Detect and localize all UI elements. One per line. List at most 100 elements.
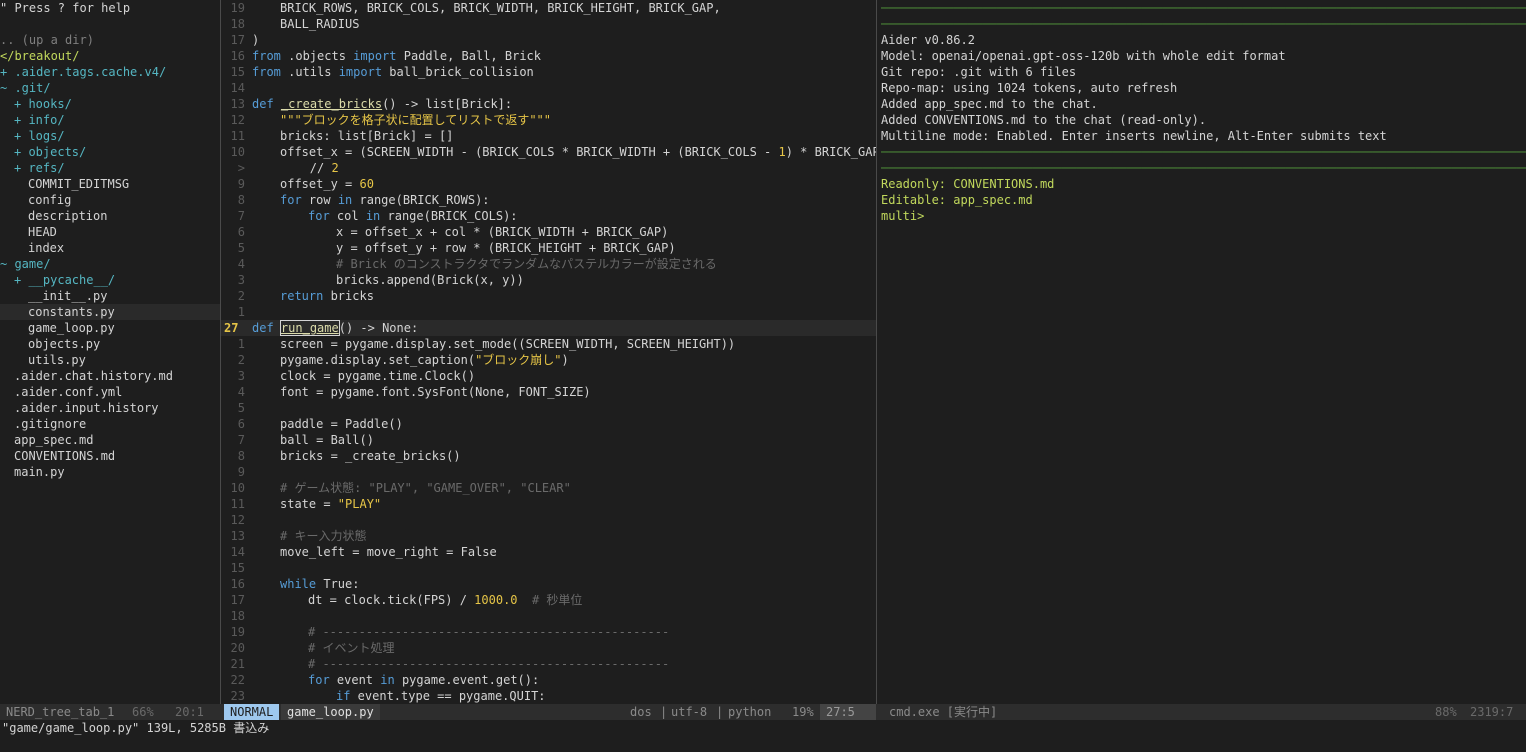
code-line[interactable]: 12 (221, 512, 876, 528)
status-bar: NERD_tree_tab_1 66% 20:1 NORMAL game_loo… (0, 704, 1526, 720)
tree-file-item[interactable]: constants.py (0, 304, 220, 320)
tree-file-item[interactable]: objects.py (0, 336, 220, 352)
code-line[interactable]: 9 offset_y = 60 (221, 176, 876, 192)
code-line[interactable]: 15 (221, 560, 876, 576)
tree-dir-item[interactable]: + logs/ (0, 128, 220, 144)
code-line[interactable]: 6 x = offset_x + col * (BRICK_WIDTH + BRI… (221, 224, 876, 240)
terminal-prompt-line[interactable]: Readonly: CONVENTIONS.md (881, 176, 1526, 192)
tree-item-label: info/ (28, 113, 65, 127)
code-line[interactable]: 21 # ------------------------------------… (221, 656, 876, 672)
code-line[interactable]: 15 from .utils import ball_brick_collisio… (221, 64, 876, 80)
code-line[interactable]: 4 font = pygame.font.SysFont(None, FONT_S… (221, 384, 876, 400)
tree-file-item[interactable]: config (0, 192, 220, 208)
tree-dir-item[interactable]: ~ .git/ (0, 80, 220, 96)
code-line[interactable]: 12 """ブロックを格子状に配置してリストで返す""" (221, 112, 876, 128)
terminal-prompt-line[interactable]: Editable: app_spec.md (881, 192, 1526, 208)
code-line[interactable]: 10 # ゲーム状態: "PLAY", "GAME_OVER", "CLEAR" (221, 480, 876, 496)
expanded-dir-marker[interactable]: ~ (0, 257, 14, 271)
tree-file-item[interactable]: HEAD (0, 224, 220, 240)
code-line[interactable]: 18 (221, 608, 876, 624)
terminal-pane[interactable]: ────────────────────────────────────────… (881, 0, 1526, 704)
code-line[interactable]: 7 ball = Ball() (221, 432, 876, 448)
line-number: 5 (237, 401, 245, 415)
nerdtree-panel[interactable]: " Press ? for help .. (up a dir) </break… (0, 0, 220, 704)
code-line[interactable]: 6 paddle = Paddle() (221, 416, 876, 432)
tree-file-item[interactable]: index (0, 240, 220, 256)
code-line[interactable]: 5 (221, 400, 876, 416)
tree-file-item[interactable]: .aider.conf.yml (0, 384, 220, 400)
line-number: 15 (230, 65, 245, 79)
code-line[interactable]: 1 (221, 304, 876, 320)
code-line[interactable]: 13 # キー入力状態 (221, 528, 876, 544)
code-line[interactable]: 2 return bricks (221, 288, 876, 304)
code-line[interactable]: 5 y = offset_y + row * (BRICK_HEIGHT + BR… (221, 240, 876, 256)
code-line[interactable]: 19 BRICK_ROWS, BRICK_COLS, BRICK_WIDTH, B… (221, 0, 876, 16)
code-token: ball_brick_collision (382, 65, 534, 79)
nerdtree-up-dir[interactable]: .. (up a dir) (0, 32, 220, 48)
tree-dir-item[interactable]: + info/ (0, 112, 220, 128)
code-line[interactable]: 1 screen = pygame.display.set_mode((SCREE… (221, 336, 876, 352)
tree-file-item[interactable]: .aider.chat.history.md (0, 368, 220, 384)
tree-file-item[interactable]: .aider.input.history (0, 400, 220, 416)
code-line[interactable]: 8 for row in range(BRICK_ROWS): (221, 192, 876, 208)
terminal-prompt-line[interactable]: multi> (881, 208, 1526, 224)
tree-file-item[interactable]: CONVENTIONS.md (0, 448, 220, 464)
tree-file-item[interactable]: __init__.py (0, 288, 220, 304)
tree-dir-item[interactable]: + objects/ (0, 144, 220, 160)
editor-pane[interactable]: 19 BRICK_ROWS, BRICK_COLS, BRICK_WIDTH, B… (221, 0, 876, 704)
tree-dir-item[interactable]: ~ game/ (0, 256, 220, 272)
code-line[interactable]: 17) (221, 32, 876, 48)
current-code-line[interactable]: 27 def run_game() -> None: (221, 320, 876, 336)
code-line[interactable]: 10 offset_x = (SCREEN_WIDTH - (BRICK_COLS… (221, 144, 876, 160)
tree-file-item[interactable]: COMMIT_EDITMSG (0, 176, 220, 192)
code-line[interactable]: 17 dt = clock.tick(FPS) / 1000.0 # 秒単位 (221, 592, 876, 608)
command-line[interactable]: "game/game_loop.py" 139L, 5285B 書込み (0, 720, 1526, 752)
tree-dir-item[interactable]: + hooks/ (0, 96, 220, 112)
code-line[interactable]: 4 # Brick のコンストラクタでランダムなパステルカラーが設定される (221, 256, 876, 272)
code-line[interactable]: 13 def _create_bricks() -> list[Brick]: (221, 96, 876, 112)
tree-file-item[interactable]: .gitignore (0, 416, 220, 432)
tree-file-item[interactable]: game_loop.py (0, 320, 220, 336)
tree-dir-item[interactable]: + __pycache__/ (0, 272, 220, 288)
code-line[interactable]: 7 for col in range(BRICK_COLS): (221, 208, 876, 224)
code-line[interactable]: 23 if event.type == pygame.QUIT: (221, 688, 876, 704)
tree-file-item[interactable]: app_spec.md (0, 432, 220, 448)
number-token: 60 (359, 177, 374, 191)
nerdtree-current-dir[interactable]: </breakout/ (0, 48, 220, 64)
expanded-dir-marker[interactable]: ~ (0, 81, 14, 95)
code-line[interactable]: 11 bricks: list[Brick] = [] (221, 128, 876, 144)
code-line[interactable]: 14 move_left = move_right = False (221, 544, 876, 560)
code-line[interactable]: 22 for event in pygame.event.get(): (221, 672, 876, 688)
code-line[interactable]: 2 pygame.display.set_caption("ブロック崩し") (221, 352, 876, 368)
collapsed-dir-marker[interactable]: + (14, 113, 28, 127)
code-line[interactable]: 3 clock = pygame.time.Clock() (221, 368, 876, 384)
keyword-token: if (336, 689, 351, 703)
tree-file-item[interactable]: description (0, 208, 220, 224)
code-line[interactable]: 20 # イベント処理 (221, 640, 876, 656)
code-line[interactable]: 14 (221, 80, 876, 96)
code-line[interactable]: > // 2 (221, 160, 876, 176)
tree-file-item[interactable]: utils.py (0, 352, 220, 368)
tree-file-item[interactable]: main.py (0, 464, 220, 480)
collapsed-dir-marker[interactable]: + (14, 145, 28, 159)
file-format: dos (630, 705, 652, 719)
tree-dir-item[interactable]: + .aider.tags.cache.v4/ (0, 64, 220, 80)
code-line[interactable]: 19 # ------------------------------------… (221, 624, 876, 640)
terminal-cursor-position: 2319:7 (1470, 705, 1514, 719)
collapsed-dir-marker[interactable]: + (14, 97, 28, 111)
code-line[interactable]: 16 while True: (221, 576, 876, 592)
code-line[interactable]: 11 state = "PLAY" (221, 496, 876, 512)
code-line[interactable]: 18 BALL_RADIUS (221, 16, 876, 32)
collapsed-dir-marker[interactable]: + (0, 65, 14, 79)
code-line[interactable]: 8 bricks = _create_bricks() (221, 448, 876, 464)
collapsed-dir-marker[interactable]: + (14, 273, 28, 287)
collapsed-dir-marker[interactable]: + (14, 129, 28, 143)
collapsed-dir-marker[interactable]: + (14, 161, 28, 175)
tree-dir-item[interactable]: + refs/ (0, 160, 220, 176)
code-line[interactable]: 9 (221, 464, 876, 480)
code-line[interactable]: 16 from .objects import Paddle, Ball, Bri… (221, 48, 876, 64)
terminal-output-line: Multiline mode: Enabled. Enter inserts n… (881, 129, 1387, 143)
code-line[interactable]: 3 bricks.append(Brick(x, y)) (221, 272, 876, 288)
